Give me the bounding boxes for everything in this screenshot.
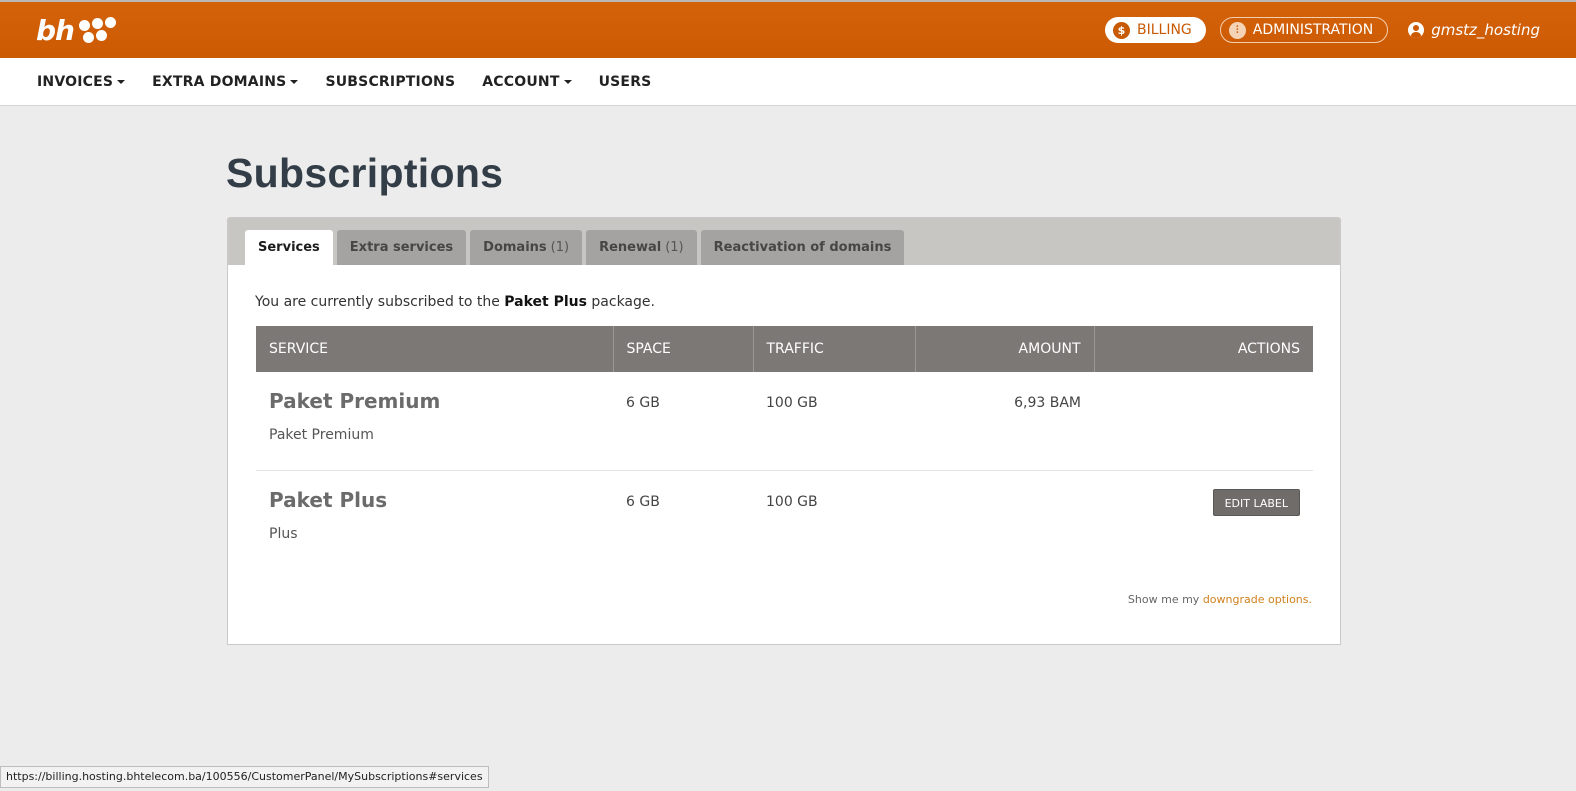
subscription-intro: You are currently subscribed to the Pake…: [255, 294, 655, 310]
intro-prefix: You are currently subscribed to the: [255, 294, 500, 310]
nav-subscriptions[interactable]: SUBSCRIPTIONS: [325, 74, 455, 90]
header-amount: AMOUNT: [915, 326, 1095, 372]
tab-domains[interactable]: Domains (1): [470, 230, 583, 265]
bh-logo[interactable]: bh: [36, 14, 120, 48]
billing-label: BILLING: [1136, 22, 1192, 38]
tab-reactivation-label: Reactivation of domains: [713, 240, 892, 255]
nav-account-label: ACCOUNT: [482, 73, 560, 90]
downgrade-options-link[interactable]: downgrade options.: [1203, 593, 1312, 606]
tab-services-label: Services: [258, 240, 320, 255]
tab-domains-label: Domains: [483, 240, 547, 255]
table-row: Paket Plus Plus 6 GB 100 GB EDIT LABEL: [256, 470, 1313, 570]
header-traffic: TRAFFIC: [753, 326, 916, 372]
intro-suffix: package.: [591, 294, 655, 310]
table-row: Paket Premium Paket Premium 6 GB 100 GB …: [256, 372, 1313, 471]
service-cell: Paket Premium Paket Premium: [256, 372, 613, 471]
caret-down-icon: [290, 79, 299, 84]
traffic-cell: 100 GB: [766, 493, 818, 510]
tab-domains-count: (1): [550, 240, 570, 255]
actions-cell: EDIT LABEL: [1094, 470, 1313, 570]
service-cell: Paket Plus Plus: [256, 470, 613, 570]
amount-cell: 6,93 BAM: [915, 372, 1094, 471]
service-label: Paket Premium: [269, 427, 374, 443]
header-space: SPACE: [613, 326, 754, 372]
traffic-cell: 100 GB: [753, 372, 915, 471]
tab-extra-services-label: Extra services: [349, 240, 454, 255]
dollar-icon: $: [1112, 21, 1130, 39]
tab-renewal-count: (1): [665, 240, 684, 255]
service-name: Paket Premium: [269, 389, 441, 413]
service-name: Paket Plus: [269, 487, 388, 512]
top-bar: bh $ BILLING ⫶ ADMINISTRATION gmstz_host…: [0, 0, 1576, 58]
header-actions: ACTIONS: [1094, 326, 1313, 372]
downgrade-prefix: Show me my: [1127, 593, 1200, 606]
tab-bar: Services Extra services Domains (1) Rene…: [228, 218, 1340, 265]
nav-extra-domains-label: EXTRA DOMAINS: [152, 73, 287, 90]
nav-subscriptions-label: SUBSCRIPTIONS: [325, 73, 456, 90]
caret-down-icon: [563, 79, 572, 84]
logo-dots-icon: [78, 16, 120, 46]
user-menu[interactable]: gmstz_hosting: [1408, 21, 1540, 39]
username: gmstz_hosting: [1431, 21, 1540, 39]
administration-button[interactable]: ⫶ ADMINISTRATION: [1219, 17, 1389, 43]
tab-renewal[interactable]: Renewal (1): [586, 230, 697, 265]
nav-invoices-label: INVOICES: [37, 73, 114, 90]
tab-renewal-label: Renewal: [599, 240, 662, 255]
tab-services[interactable]: Services: [245, 230, 333, 265]
nav-account[interactable]: ACCOUNT: [482, 73, 572, 90]
user-icon: [1408, 22, 1425, 38]
nav-users-label: USERS: [598, 73, 652, 90]
space-cell: 6 GB: [613, 372, 753, 471]
nav-extra-domains[interactable]: EXTRA DOMAINS: [152, 73, 299, 90]
space-cell: 6 GB: [626, 493, 660, 510]
billing-button[interactable]: $ BILLING: [1104, 17, 1206, 43]
main-nav: INVOICES EXTRA DOMAINS SUBSCRIPTIONS ACC…: [0, 58, 1576, 106]
administration-label: ADMINISTRATION: [1252, 22, 1374, 38]
tab-reactivation-of-domains[interactable]: Reactivation of domains: [700, 230, 905, 265]
service-label: Plus: [269, 525, 298, 542]
services-table: SERVICE SPACE TRAFFIC AMOUNT ACTIONS Pak…: [256, 326, 1313, 570]
header-service: SERVICE: [256, 326, 614, 372]
sliders-icon: ⫶: [1228, 21, 1246, 39]
nav-users[interactable]: USERS: [599, 74, 652, 90]
downgrade-note: Show me my downgrade options.: [1128, 593, 1312, 606]
actions-cell: [1094, 372, 1313, 471]
intro-package: Paket Plus: [504, 294, 587, 310]
caret-down-icon: [117, 79, 126, 84]
logo-text: bh: [36, 14, 75, 47]
page-title: Subscriptions: [226, 150, 504, 196]
table-header-row: SERVICE SPACE TRAFFIC AMOUNT ACTIONS: [256, 326, 1313, 372]
browser-status-url: https://billing.hosting.bhtelecom.ba/100…: [0, 766, 489, 788]
tab-extra-services[interactable]: Extra services: [336, 230, 467, 265]
subscriptions-panel: Services Extra services Domains (1) Rene…: [227, 217, 1341, 645]
amount-cell: [915, 470, 1094, 570]
top-right-menu: $ BILLING ⫶ ADMINISTRATION gmstz_hosting: [1104, 17, 1540, 43]
nav-invoices[interactable]: INVOICES: [37, 73, 126, 90]
edit-label-button[interactable]: EDIT LABEL: [1212, 488, 1300, 516]
